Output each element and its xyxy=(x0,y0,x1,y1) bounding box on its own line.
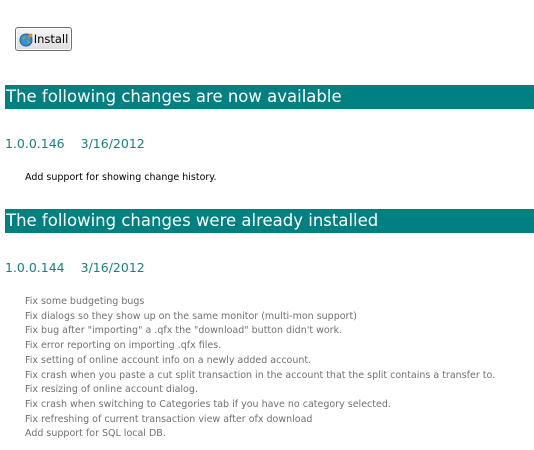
list-item: Fix dialogs so they show up on the same … xyxy=(25,310,357,322)
list-item: Fix bug after "importing" a .qfx the "do… xyxy=(25,325,343,337)
installed-date: 3/16/2012 xyxy=(80,260,145,275)
globe-install-icon xyxy=(19,32,33,47)
list-item: Fix crash when switching to Categories t… xyxy=(25,398,391,410)
install-button-label: Install xyxy=(33,32,69,46)
list-item: Fix resizing of online account dialog. xyxy=(25,384,198,396)
available-changes-heading: The following changes are now available xyxy=(5,85,534,109)
available-date: 3/16/2012 xyxy=(80,136,145,151)
available-change-description: Add support for showing change history. xyxy=(25,172,217,183)
installed-changes-list: Fix some budgeting bugs Fix dialogs so t… xyxy=(25,295,495,442)
available-version: 1.0.0.146 xyxy=(5,136,65,151)
list-item: Fix error reporting on importing .qfx fi… xyxy=(25,340,222,352)
list-item: Fix some budgeting bugs xyxy=(25,296,145,307)
list-item: Fix setting of online account info on a … xyxy=(25,354,312,366)
available-version-line: 1.0.0.146 3/16/2012 xyxy=(5,136,145,151)
installed-version-line: 1.0.0.144 3/16/2012 xyxy=(5,260,145,275)
list-item: Fix crash when you paste a cut split tra… xyxy=(25,369,496,381)
installed-version: 1.0.0.144 xyxy=(5,260,65,275)
list-item: Fix refreshing of current transaction vi… xyxy=(25,413,313,425)
list-item: Add support for SQL local DB. xyxy=(25,428,166,440)
installed-changes-heading: The following changes were already insta… xyxy=(5,209,534,233)
install-button[interactable]: Install xyxy=(15,27,72,51)
